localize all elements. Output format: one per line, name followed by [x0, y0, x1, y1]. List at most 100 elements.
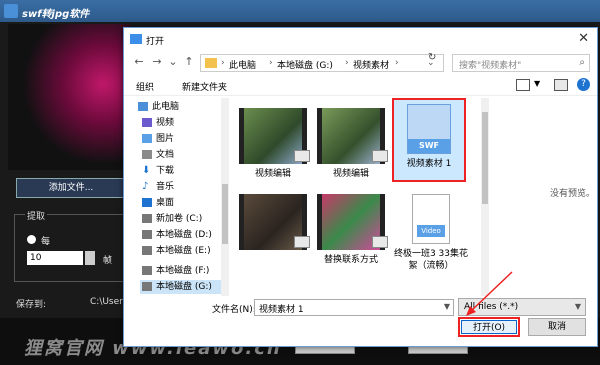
recent-dropdown-icon[interactable]: ⌄: [166, 55, 180, 69]
refresh-icon[interactable]: ↻: [428, 52, 436, 63]
file-item[interactable]: Video 终极一班3 33集花絮（流畅）: [392, 194, 470, 272]
file-item-selected[interactable]: SWF 视频素材 1: [392, 98, 466, 182]
every-radio[interactable]: [27, 235, 36, 244]
open-button-highlight: 打开(O): [458, 317, 520, 337]
organize-button[interactable]: 组织: [136, 80, 154, 93]
tree-item-pictures[interactable]: 图片: [142, 132, 174, 146]
file-list-scrollbar[interactable]: [481, 98, 489, 296]
documents-folder-icon: [142, 150, 152, 159]
app-logo-icon: [4, 4, 18, 18]
forward-icon[interactable]: →: [150, 55, 164, 69]
file-item[interactable]: 视频编辑: [238, 108, 310, 180]
back-icon[interactable]: ←: [132, 55, 146, 69]
preview-area: [8, 24, 130, 170]
tree-label: 本地磁盘 (D:): [156, 230, 212, 240]
search-input[interactable]: 搜索"视频素材" ⌕: [452, 54, 590, 72]
tree-label: 本地磁盘 (G:): [156, 282, 212, 292]
scroll-thumb[interactable]: [222, 184, 228, 244]
tree-label: 图片: [156, 134, 175, 144]
chevron-down-icon[interactable]: ▼: [534, 79, 540, 88]
filename-field[interactable]: 视频素材 1 ▼: [254, 299, 454, 316]
crumb-drive-g[interactable]: 本地磁盘 (G:): [277, 58, 333, 71]
tree-label: 视频: [156, 118, 175, 128]
drive-icon: [142, 230, 152, 239]
tree-label: 本地磁盘 (F:): [156, 266, 210, 276]
tree-label: 音乐: [156, 182, 175, 192]
folder-icon: [130, 34, 142, 44]
tree-item-drive-e[interactable]: 本地磁盘 (E:): [142, 244, 211, 258]
file-type-icon: [372, 150, 388, 162]
file-label: 终极一班3 33集花絮（流畅）: [393, 249, 469, 271]
extract-label: 提取: [25, 209, 48, 222]
every-label: 每: [41, 237, 51, 247]
tree-scrollbar[interactable]: [221, 98, 229, 296]
scroll-thumb[interactable]: [482, 112, 488, 204]
tree-item-drive-d[interactable]: 本地磁盘 (D:): [142, 228, 212, 242]
tree-label: 本地磁盘 (E:): [156, 246, 211, 256]
app-titlebar: swf转jpg软件: [0, 0, 600, 22]
up-icon[interactable]: ↑: [182, 55, 196, 69]
search-placeholder: 搜索"视频素材": [459, 61, 522, 71]
chevron-down-icon[interactable]: ▼: [444, 302, 450, 311]
tree-label: 桌面: [156, 198, 175, 208]
video-file-icon: Video: [412, 194, 450, 244]
filename-label: 文件名(N):: [212, 305, 256, 315]
tree-item-documents[interactable]: 文档: [142, 148, 174, 162]
open-button[interactable]: 打开(O): [461, 320, 517, 334]
drive-icon: [142, 246, 152, 255]
file-label: 视频编辑: [332, 169, 369, 179]
tree-item-drive-c[interactable]: 新加卷 (C:): [142, 212, 202, 226]
extract-group: 提取 每 10 帧: [14, 209, 130, 282]
preview-pane-icon[interactable]: [554, 79, 568, 91]
interval-spinner[interactable]: [85, 251, 95, 265]
help-icon[interactable]: ?: [577, 78, 590, 91]
file-type-select[interactable]: All files (*.*) ▼: [458, 298, 586, 316]
file-item[interactable]: [238, 194, 310, 254]
tree-item-drive-g[interactable]: 本地磁盘 (G:): [142, 280, 212, 294]
dialog-titlebar: 打开 ✕: [124, 28, 597, 50]
view-icon[interactable]: [516, 79, 530, 91]
drive-icon: [142, 266, 152, 275]
tree-item-this-pc[interactable]: 此电脑: [138, 100, 179, 114]
file-list: 视频编辑 视频编辑 SWF 视频素材 1 替换联系方式 Video 终极一班3 …: [232, 98, 480, 296]
file-item[interactable]: 视频编辑: [316, 108, 388, 180]
frame-unit: 帧: [103, 256, 113, 266]
file-type-value: All files (*.*): [464, 302, 519, 312]
crumb-video-material[interactable]: 视频素材: [353, 58, 389, 71]
chevron-down-icon: ▼: [574, 302, 581, 311]
swf-badge: SWF: [408, 139, 450, 153]
tree-label: 此电脑: [152, 102, 180, 112]
tree-item-drive-f[interactable]: 本地磁盘 (F:): [142, 264, 209, 278]
music-icon: ♪: [142, 181, 149, 192]
video-thumbnail: [239, 108, 310, 164]
folder-icon: [205, 58, 217, 68]
breadcrumb[interactable]: › 此电脑 › 本地磁盘 (G:) › 视频素材 › ⌄: [200, 54, 444, 72]
dialog-toolbar: 组织 新建文件夹 ▼ ?: [124, 76, 597, 96]
new-folder-button[interactable]: 新建文件夹: [182, 80, 227, 93]
file-type-icon: [372, 236, 388, 248]
file-item[interactable]: 替换联系方式: [316, 194, 388, 266]
no-preview-text: 没有预览。: [550, 189, 596, 199]
interval-select[interactable]: 10: [27, 251, 83, 265]
close-icon[interactable]: ✕: [578, 31, 589, 46]
cancel-button[interactable]: 取消: [528, 318, 586, 336]
pictures-folder-icon: [142, 134, 152, 143]
crumb-this-pc[interactable]: 此电脑: [229, 58, 256, 71]
file-type-icon: [294, 150, 310, 162]
tree-item-desktop[interactable]: 桌面: [142, 196, 174, 210]
video-thumbnail: [239, 194, 310, 250]
add-file-button[interactable]: 添加文件...: [16, 178, 126, 198]
open-file-dialog: 打开 ✕ ← → ⌄ ↑ › 此电脑 › 本地磁盘 (G:) › 视频素材 › …: [123, 27, 598, 347]
tree-item-videos[interactable]: 视频: [142, 116, 174, 130]
file-type-icon: [294, 236, 310, 248]
video-thumbnail: [317, 108, 388, 164]
video-badge: Video: [417, 225, 445, 237]
file-label: 替换联系方式: [323, 255, 378, 265]
file-label: 视频素材 1: [406, 159, 452, 169]
dialog-title: 打开: [146, 37, 165, 47]
tree-item-downloads[interactable]: ⬇ 下载: [142, 164, 174, 178]
drive-icon: [142, 214, 152, 223]
app-title: swf转jpg软件: [22, 9, 90, 20]
video-thumbnail: [317, 194, 388, 250]
tree-item-music[interactable]: ♪ 音乐: [142, 180, 174, 194]
